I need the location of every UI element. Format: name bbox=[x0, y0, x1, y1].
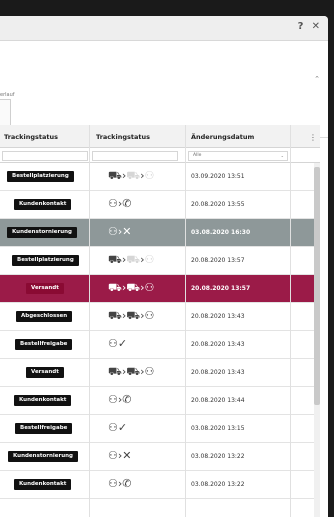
filter-row: Alle ⌄ bbox=[0, 148, 320, 163]
table-body: Bestellplatzierung ⛟›⛟›⚇ 03.09.2020 13:51 K… bbox=[0, 163, 320, 499]
tracking-progress-icon: ⛟›⛟›⚇ bbox=[108, 309, 155, 322]
change-date: 20.08.2020 13:57 bbox=[191, 257, 245, 264]
tracking-progress-icon: ⚇›✕ bbox=[108, 225, 132, 238]
status-badge: Versandt bbox=[26, 283, 64, 294]
status-badge: Bestellplatzierung bbox=[12, 255, 79, 266]
change-date: 03.08.2020 16:30 bbox=[191, 229, 251, 236]
window-edge bbox=[328, 16, 334, 517]
change-date: 20.08.2020 13:43 bbox=[191, 341, 245, 348]
more-options-icon[interactable]: ⋮ bbox=[309, 133, 317, 142]
close-icon[interactable]: ✕ bbox=[312, 21, 320, 32]
tracking-progress-icon: ⚇›✆ bbox=[108, 393, 132, 406]
status-badge: Kundenkontakt bbox=[14, 479, 72, 490]
status-badge: Kundenstornierung bbox=[8, 451, 78, 462]
column-header-trackingstatus-icons[interactable]: Trackingstatus bbox=[96, 133, 150, 141]
history-label: erlauf bbox=[0, 92, 15, 98]
date-filter-value: Alle bbox=[193, 153, 202, 158]
tracking-progress-icon: ⚇›✆ bbox=[108, 477, 132, 490]
column-header-aenderungsdatum[interactable]: Änderungsdatum bbox=[191, 133, 254, 141]
status-badge: Kundenkontakt bbox=[14, 199, 72, 210]
status-badge: Abgeschlossen bbox=[16, 311, 73, 322]
change-date: 20.08.2020 13:44 bbox=[191, 397, 245, 404]
tracking-progress-icon: ⛟›⛟›⚇ bbox=[108, 365, 155, 378]
table-row[interactable]: Kundenkontakt ⚇›✆ 20.08.2020 13:55 bbox=[0, 191, 320, 219]
status-badge: Bestellfreigabe bbox=[15, 339, 73, 350]
change-date: 20.08.2020 13:43 bbox=[191, 369, 245, 376]
tracking-progress-icon: ⚇›✕ bbox=[108, 449, 132, 462]
column-divider bbox=[290, 125, 291, 517]
tracking-progress-icon: ⚇✓ bbox=[108, 337, 128, 350]
status-badge: Kundenkontakt bbox=[14, 395, 72, 406]
tracking-progress-icon: ⚇›✆ bbox=[108, 197, 132, 210]
table-row[interactable]: Bestellplatzierung ⛟›⛟›⚇ 20.08.2020 13:57 bbox=[0, 247, 320, 275]
history-panel: erlauf ⌃ bbox=[0, 41, 328, 147]
tracking-progress-icon: ⛟›⛟›⚇ bbox=[108, 169, 155, 182]
change-date: 03.08.2020 13:22 bbox=[191, 453, 245, 460]
table-row[interactable]: Kundenstornierung ⚇›✕ 03.08.2020 16:30 bbox=[0, 219, 320, 247]
status-badge: Kundenstornierung bbox=[7, 227, 77, 238]
table-row[interactable]: Bestellfreigabe ⚇✓ 03.08.2020 13:15 bbox=[0, 415, 320, 443]
title-bar: ? ✕ bbox=[0, 16, 328, 41]
status-filter-input[interactable] bbox=[2, 151, 88, 161]
status-badge: Bestellfreigabe bbox=[15, 423, 73, 434]
change-date: 20.08.2020 13:43 bbox=[191, 313, 245, 320]
tracking-progress-icon: ⚇✓ bbox=[108, 421, 128, 434]
change-date: 20.08.2020 13:55 bbox=[191, 201, 245, 208]
table-header: Trackingstatus Trackingstatus Änderungsd… bbox=[0, 125, 320, 148]
status-badge: Bestellplatzierung bbox=[7, 171, 74, 182]
table-row[interactable]: Bestellplatzierung ⛟›⛟›⚇ 03.09.2020 13:51 bbox=[0, 163, 320, 191]
tracking-progress-icon: ⛟›⛟›⚇ bbox=[108, 281, 155, 294]
table-row[interactable]: Kundenkontakt ⚇›✆ 03.08.2020 13:22 bbox=[0, 471, 320, 499]
change-date: 20.08.2020 13:57 bbox=[191, 285, 251, 292]
window-controls: ? ✕ bbox=[293, 21, 320, 32]
chevron-down-icon: ⌄ bbox=[280, 153, 284, 158]
table-row[interactable]: Versandt ⛟›⛟›⚇ 20.08.2020 13:57 bbox=[0, 275, 320, 303]
date-filter-select[interactable]: Alle ⌄ bbox=[188, 151, 288, 161]
change-date: 03.09.2020 13:51 bbox=[191, 173, 245, 180]
column-header-trackingstatus[interactable]: Trackingstatus bbox=[4, 133, 58, 141]
scrollbar-thumb[interactable] bbox=[314, 167, 320, 405]
change-date: 03.08.2020 13:22 bbox=[191, 481, 245, 488]
table-row[interactable]: Kundenstornierung ⚇›✕ 03.08.2020 13:22 bbox=[0, 443, 320, 471]
table-row[interactable]: Bestellfreigabe ⚇✓ 20.08.2020 13:43 bbox=[0, 331, 320, 359]
help-icon[interactable]: ? bbox=[298, 21, 304, 32]
change-date: 03.08.2020 13:15 bbox=[191, 425, 245, 432]
status-badge: Versandt bbox=[26, 367, 64, 378]
table-row[interactable]: Versandt ⛟›⛟›⚇ 20.08.2020 13:43 bbox=[0, 359, 320, 387]
column-divider bbox=[89, 125, 90, 517]
table-row[interactable]: Abgeschlossen ⛟›⛟›⚇ 20.08.2020 13:43 bbox=[0, 303, 320, 331]
icons-filter-input[interactable] bbox=[92, 151, 178, 161]
tracking-progress-icon: ⛟›⛟›⚇ bbox=[108, 253, 155, 266]
column-divider bbox=[185, 125, 186, 517]
tracking-table: Trackingstatus Trackingstatus Änderungsd… bbox=[0, 125, 320, 499]
table-row[interactable]: Kundenkontakt ⚇›✆ 20.08.2020 13:44 bbox=[0, 387, 320, 415]
scroll-up-icon[interactable]: ⌃ bbox=[314, 75, 320, 83]
table-scrollbar[interactable] bbox=[314, 163, 320, 517]
